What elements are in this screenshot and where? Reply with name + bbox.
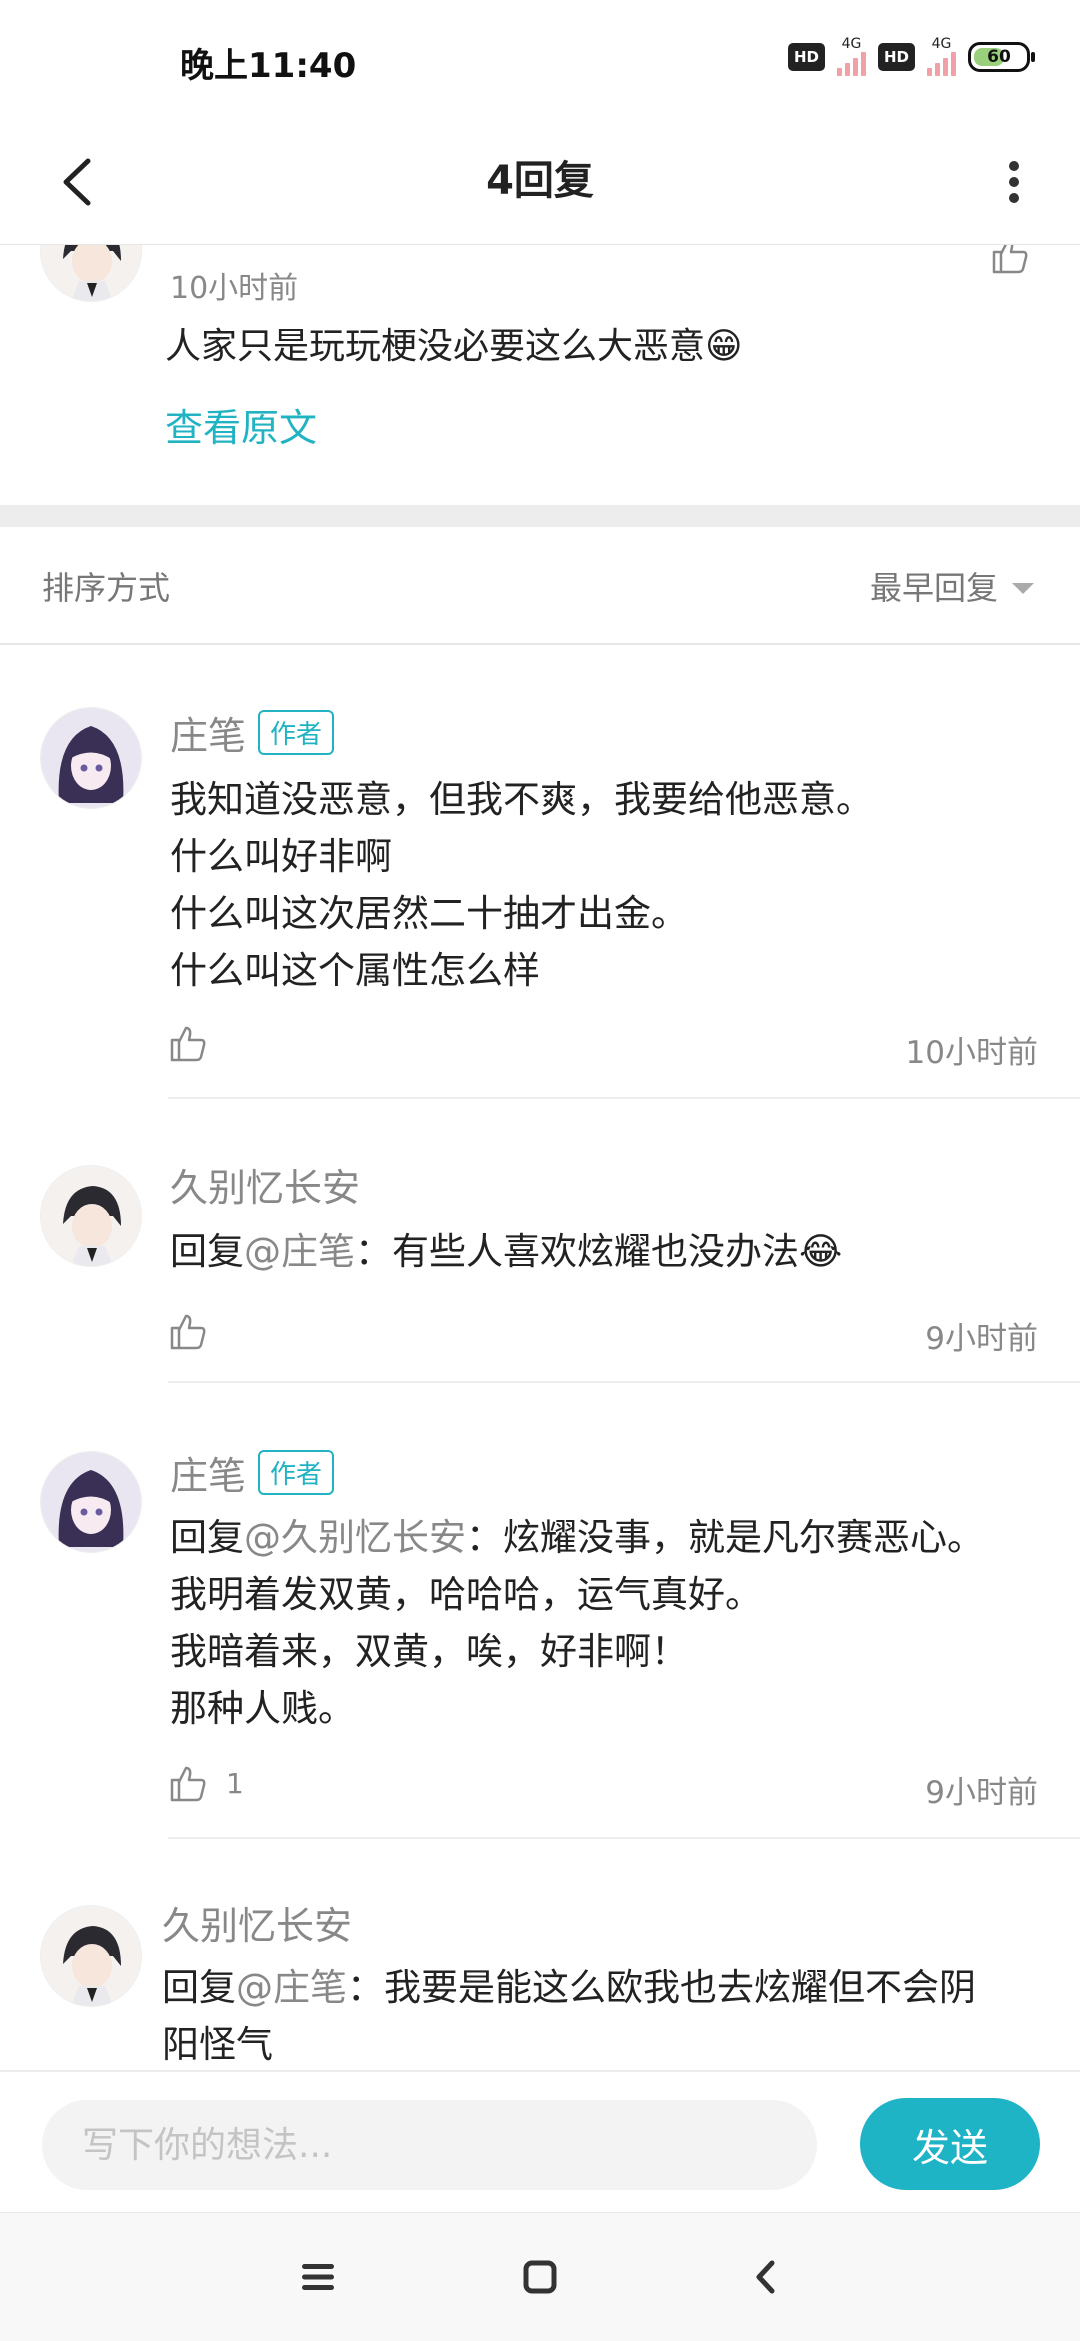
reply-line: 回复@庄笔：有些人喜欢炫耀也没办法😂	[170, 1223, 1050, 1280]
reply-line: 那种人贱。	[170, 1687, 355, 1730]
reply-header: 庄笔 作者	[170, 1445, 335, 1500]
reply-content: ：我要是能这么欧我也去炫耀但不会阴	[347, 1966, 976, 2009]
caret-down-icon	[1012, 582, 1034, 594]
avatar-image	[41, 245, 141, 301]
reply-prefix: 回复	[170, 1230, 244, 1273]
menu-icon	[302, 2264, 334, 2290]
network-indicator-2: 4G	[927, 36, 956, 76]
avatar-image	[41, 1906, 141, 2006]
signal-icon	[836, 50, 866, 76]
more-options-button[interactable]	[974, 142, 1054, 222]
reply-item: 庄笔 作者 回复@久别忆长安：炫耀没事，就是凡尔赛恶心。 我明着发双黄，哈哈哈，…	[0, 1383, 1080, 1839]
comment-input[interactable]	[42, 2100, 817, 2190]
reply-line: 回复@庄笔：我要是能这么欧我也去炫耀但不会阴	[162, 1959, 1042, 2016]
hd-badge: HD	[787, 43, 825, 71]
like-count: 1	[226, 1766, 244, 1800]
sort-selected-value: 最早回复	[869, 569, 998, 607]
like-button[interactable]	[168, 1023, 208, 1063]
avatar-image	[41, 1452, 141, 1552]
like-button[interactable]: 1	[168, 1763, 244, 1803]
network-indicator-1: 4G	[836, 36, 866, 76]
reply-content: ：有些人喜欢炫耀也没办法😂	[355, 1230, 843, 1273]
reply-line: 什么叫这次居然二十抽才出金。	[170, 892, 688, 935]
reply-header: 庄笔 作者	[170, 705, 335, 760]
reply-prefix: 回复	[162, 1966, 236, 2009]
battery-icon: 60	[968, 42, 1035, 72]
reply-text: 回复@庄笔：我要是能这么欧我也去炫耀但不会阴 阳怪气	[162, 1959, 1042, 2069]
network-type-label: 4G	[841, 36, 862, 52]
reply-time: 10小时前	[905, 1035, 1038, 1071]
home-square-icon	[523, 2260, 557, 2294]
author-badge: 作者	[258, 1450, 335, 1495]
status-indicators: HD 4G HD 4G 60	[787, 36, 1035, 76]
page-title: 4回复	[486, 158, 594, 204]
status-time: 晚上11:40	[180, 46, 357, 86]
avatar-image	[41, 1166, 141, 1266]
sort-label: 排序方式	[42, 569, 171, 607]
username[interactable]: 庄笔	[170, 705, 246, 760]
view-original-link[interactable]: 查看原文	[165, 397, 317, 452]
avatar[interactable]	[40, 1165, 142, 1267]
thumbs-up-icon	[170, 1314, 206, 1350]
reply-line: 回复@久别忆长安：炫耀没事，就是凡尔赛恶心。	[170, 1509, 1050, 1566]
thumbs-up-icon	[170, 1766, 206, 1802]
avatar[interactable]	[40, 707, 142, 809]
reply-item: 久别忆长安 回复@庄笔：我要是能这么欧我也去炫耀但不会阴 阳怪气	[0, 1839, 1080, 2069]
menu-button[interactable]	[288, 2247, 348, 2307]
system-nav-bar	[0, 2212, 1080, 2341]
section-divider	[0, 505, 1080, 527]
top-nav-bar: 4回复	[0, 120, 1080, 245]
reply-prefix: 回复	[170, 1516, 244, 1559]
mention-link[interactable]: @庄笔	[244, 1230, 355, 1273]
reply-header: 久别忆长安	[162, 1895, 352, 1950]
mention-link[interactable]: @庄笔	[236, 1966, 347, 2009]
thumbs-up-icon	[170, 1026, 206, 1062]
home-button[interactable]	[510, 2247, 570, 2307]
reply-line: 阳怪气	[162, 2023, 273, 2066]
avatar[interactable]	[40, 1451, 142, 1553]
reply-time: 9小时前	[925, 1775, 1038, 1811]
comment-time: 10小时前	[170, 271, 299, 306]
reply-item: 久别忆长安 回复@庄笔：有些人喜欢炫耀也没办法😂 9小时前	[0, 1099, 1080, 1383]
sort-bar: 排序方式 最早回复	[0, 527, 1080, 645]
reply-item: 庄笔 作者 我知道没恶意，但我不爽，我要给他恶意。 什么叫好非啊 什么叫这次居然…	[0, 645, 1080, 1099]
status-bar: 晚上11:40 HD 4G HD 4G 60	[0, 0, 1080, 120]
avatar-image	[41, 708, 141, 808]
author-badge: 作者	[258, 710, 335, 755]
reply-text: 回复@庄笔：有些人喜欢炫耀也没办法😂	[170, 1223, 1050, 1280]
reply-line: 我知道没恶意，但我不爽，我要给他恶意。	[170, 778, 873, 821]
reply-line: 什么叫这个属性怎么样	[170, 949, 540, 992]
battery-text: 60	[987, 47, 1011, 67]
like-button[interactable]	[990, 245, 1030, 279]
reply-line: 我明着发双黄，哈哈哈，运气真好。	[170, 1573, 762, 1616]
reply-line: 我暗着来，双黄，唉，好非啊！	[170, 1630, 688, 1673]
hd-badge: HD	[877, 43, 915, 71]
reply-text: 回复@久别忆长安：炫耀没事，就是凡尔赛恶心。 我明着发双黄，哈哈哈，运气真好。 …	[170, 1509, 1050, 1737]
send-button[interactable]: 发送	[860, 2098, 1040, 2190]
avatar[interactable]	[40, 245, 142, 302]
reply-header: 久别忆长安	[170, 1157, 360, 1212]
comment-input-bar: 发送	[0, 2070, 1080, 2212]
reply-content: ：炫耀没事，就是凡尔赛恶心。	[466, 1516, 984, 1559]
reply-line: 什么叫好非啊	[170, 835, 392, 878]
parent-comment: 10小时前 人家只是玩玩梗没必要这么大恶意😁 查看原文	[0, 245, 1080, 505]
more-vertical-icon	[1009, 161, 1019, 203]
system-back-button[interactable]	[736, 2247, 796, 2307]
username[interactable]: 久别忆长安	[170, 1157, 360, 1212]
thumbs-up-icon	[992, 245, 1028, 274]
signal-icon	[927, 50, 956, 76]
like-button[interactable]	[168, 1311, 208, 1351]
username[interactable]: 久别忆长安	[162, 1895, 352, 1950]
back-chevron-icon	[756, 2260, 775, 2294]
network-type-label: 4G	[931, 36, 952, 52]
sort-dropdown[interactable]: 最早回复	[870, 563, 1034, 609]
reply-text: 我知道没恶意，但我不爽，我要给他恶意。 什么叫好非啊 什么叫这次居然二十抽才出金…	[170, 771, 1050, 999]
mention-link[interactable]: @久别忆长安	[244, 1516, 466, 1559]
comment-text: 人家只是玩玩梗没必要这么大恶意😁	[165, 326, 743, 367]
username[interactable]: 庄笔	[170, 1445, 246, 1500]
avatar[interactable]	[40, 1905, 142, 2007]
reply-time: 9小时前	[925, 1321, 1038, 1357]
